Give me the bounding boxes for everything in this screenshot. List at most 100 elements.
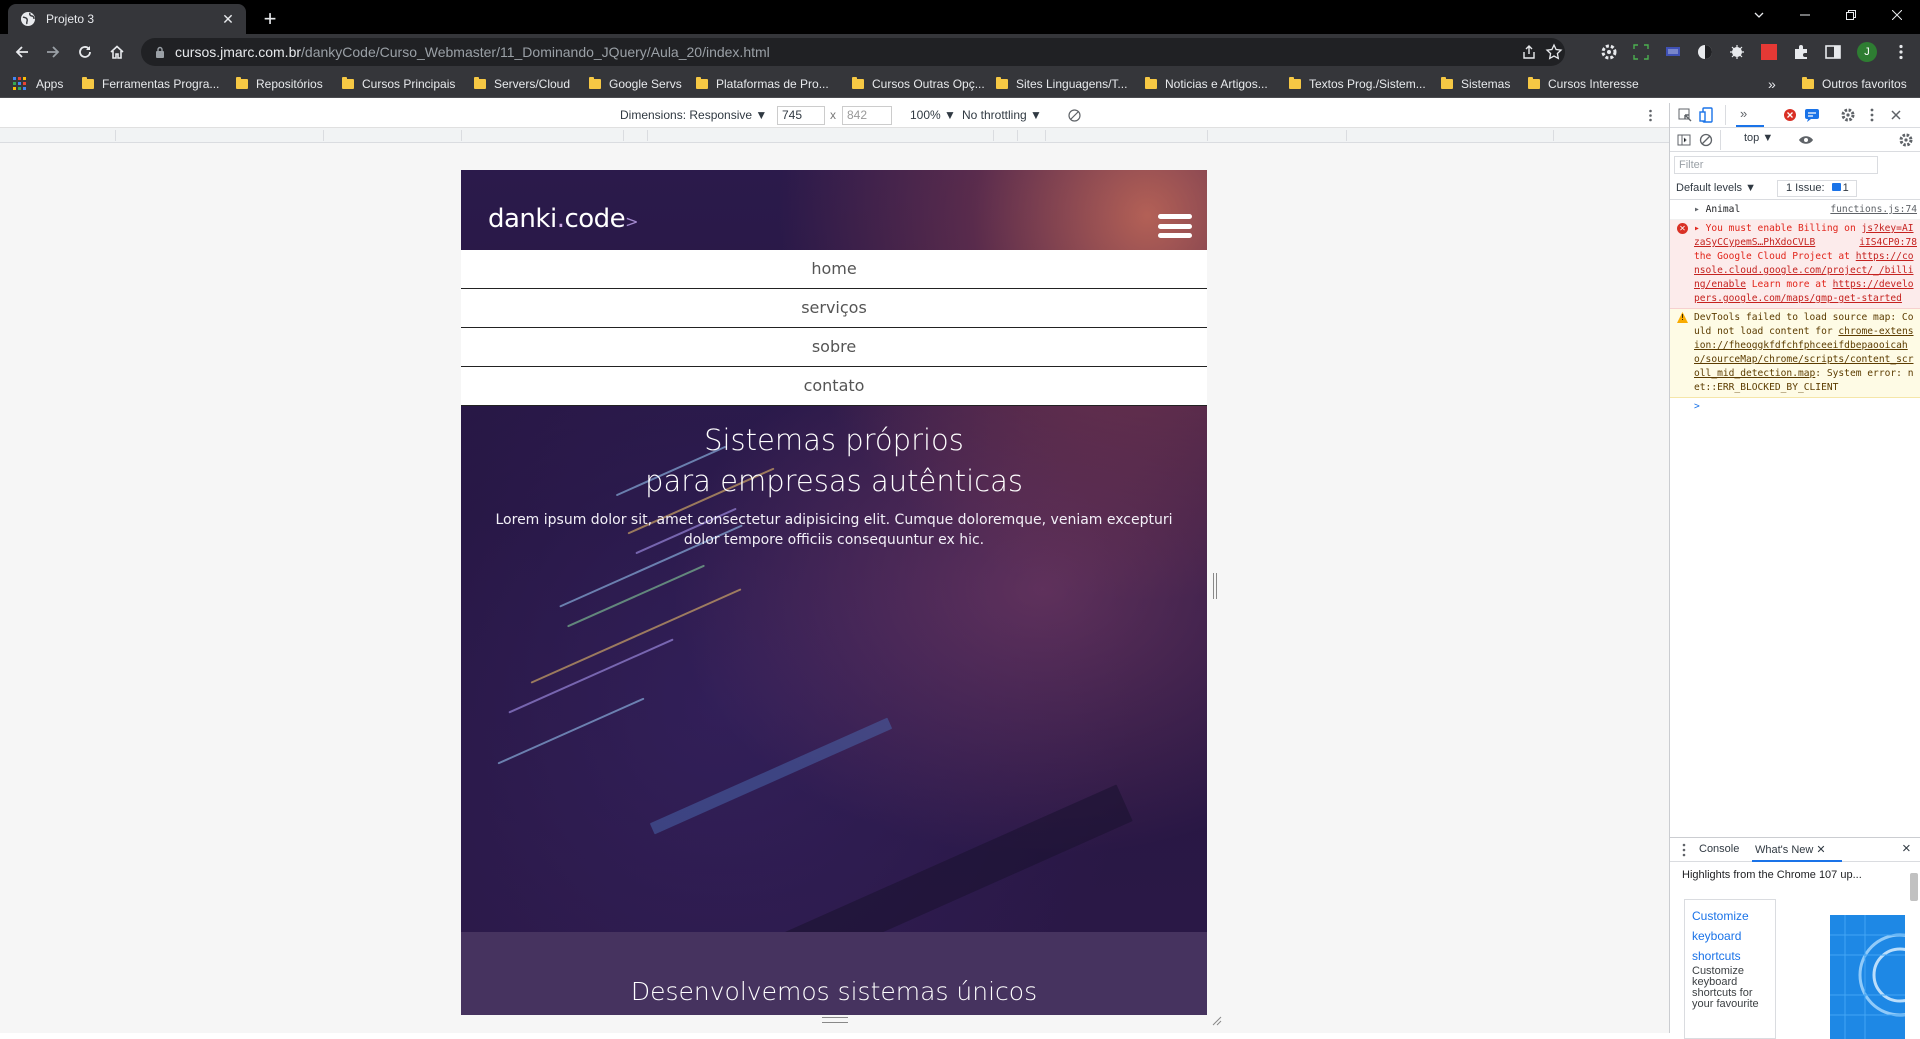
extension-dark-mode-icon[interactable] <box>1696 43 1714 61</box>
bookmark-folder[interactable]: Cursos Interesse <box>1528 76 1639 92</box>
console-filter-input[interactable]: Filter <box>1674 156 1878 174</box>
console-toolbar: top ▼ <box>1670 128 1920 152</box>
devtools-drawer: Console What's New ✕ × Highlights from t… <box>1670 837 1920 1039</box>
extension-red-icon[interactable] <box>1760 43 1778 61</box>
zoom-dropdown[interactable]: 100% ▼ <box>910 108 956 122</box>
chrome-menu-icon[interactable] <box>1892 43 1910 61</box>
console-log-entry[interactable]: functions.js:74 ▸ Animal <box>1670 201 1920 220</box>
extension-screenshot-icon[interactable] <box>1632 43 1650 61</box>
width-input[interactable]: 745 <box>777 106 825 125</box>
bookmark-folder[interactable]: Plataformas de Pro... <box>696 76 829 92</box>
bookmark-folder[interactable]: Sites Linguagens/T... <box>996 76 1127 92</box>
extension-bug-icon[interactable] <box>1728 43 1746 61</box>
live-expression-eye-icon[interactable] <box>1798 132 1814 148</box>
console-error-entry[interactable]: ✕ ▸ You must enable Billing on js?key=AI… <box>1670 220 1920 309</box>
bookmark-folder[interactable]: Textos Prog./Sistem... <box>1289 76 1426 92</box>
resize-handle-right[interactable] <box>1213 573 1217 599</box>
side-panel-icon[interactable] <box>1824 43 1842 61</box>
log-levels-dropdown[interactable]: Default levels ▼ <box>1676 182 1756 194</box>
nav-item-contato[interactable]: contato <box>461 367 1207 406</box>
errors-count-icon[interactable] <box>1782 107 1798 123</box>
tab-search-icon[interactable] <box>1736 0 1782 30</box>
bookmark-apps[interactable]: Apps <box>13 76 63 92</box>
issues-count-icon[interactable] <box>1804 107 1820 123</box>
more-tabs-icon[interactable]: » <box>1740 106 1747 121</box>
log-message: Animal <box>1705 204 1741 215</box>
back-button[interactable] <box>9 39 35 65</box>
bookmarks-overflow-button[interactable]: » <box>1768 76 1776 92</box>
bookmark-folder[interactable]: Google Servs <box>589 76 682 92</box>
reload-button[interactable] <box>72 39 98 65</box>
bookmark-folder[interactable]: Repositórios <box>236 76 323 92</box>
resize-handle-bottom[interactable] <box>822 1017 848 1023</box>
error-icon: ✕ <box>1677 223 1688 234</box>
bookmark-folder[interactable]: Noticias e Artigos... <box>1145 76 1268 92</box>
nav-item-home[interactable]: home <box>461 250 1207 289</box>
extensions-puzzle-icon[interactable] <box>1792 43 1810 61</box>
browser-tab[interactable]: Projeto 3 ✕ <box>8 4 246 34</box>
card-body: Customize keyboard shortcuts for your fa… <box>1692 965 1759 1010</box>
extension-gear-icon[interactable] <box>1600 43 1618 61</box>
bookmark-folder[interactable]: Sistemas <box>1441 76 1510 92</box>
bookmark-other-favorites[interactable]: Outros favoritos <box>1802 76 1907 92</box>
dimensions-dropdown[interactable]: Dimensions: Responsive ▼ <box>620 108 767 122</box>
issues-button[interactable]: 1 Issue: 1 <box>1777 180 1857 197</box>
logo[interactable]: danki.code> <box>488 204 639 234</box>
whats-new-scrollbar[interactable] <box>1910 873 1918 901</box>
bookmark-folder[interactable]: Servers/Cloud <box>474 76 570 92</box>
rotate-disabled-icon[interactable] <box>1068 109 1081 122</box>
tab-close-icon[interactable]: ✕ <box>1816 844 1825 856</box>
home-button[interactable] <box>104 39 130 65</box>
devtools-close-icon[interactable] <box>1888 107 1904 123</box>
folder-icon <box>1528 77 1540 89</box>
restore-button[interactable] <box>1828 0 1874 30</box>
console-prompt[interactable]: > <box>1670 398 1920 416</box>
share-icon[interactable] <box>1520 43 1538 61</box>
device-toolbar-more-icon[interactable] <box>1644 109 1657 122</box>
url-text[interactable]: cursos.jmarc.com.br/dankyCode/Curso_Webm… <box>175 44 770 60</box>
bookmark-label: Ferramentas Progra... <box>102 77 220 91</box>
log-source-link[interactable]: functions.js:74 <box>1830 203 1917 217</box>
extension-screen-icon[interactable] <box>1664 43 1682 61</box>
drawer-tab-console[interactable]: Console <box>1699 843 1739 855</box>
drawer-close-icon[interactable]: × <box>1902 840 1911 857</box>
inspect-element-icon[interactable] <box>1677 107 1693 123</box>
minimize-button[interactable] <box>1782 0 1828 30</box>
new-tab-button[interactable]: + <box>256 6 284 34</box>
bookmark-label: Outros favoritos <box>1822 77 1907 91</box>
drawer-tab-whats-new[interactable]: What's New ✕ <box>1755 843 1826 856</box>
nav-item-sobre[interactable]: sobre <box>461 328 1207 367</box>
tab-close-icon[interactable]: ✕ <box>220 11 236 27</box>
device-toggle-icon[interactable] <box>1699 107 1715 123</box>
clear-console-icon[interactable] <box>1698 132 1714 148</box>
devtools-menu-icon[interactable] <box>1864 107 1880 123</box>
throttling-dropdown[interactable]: No throttling ▼ <box>962 108 1042 122</box>
bookmark-label: Servers/Cloud <box>494 77 571 91</box>
console-settings-icon[interactable] <box>1898 132 1914 148</box>
folder-icon <box>1289 77 1301 89</box>
nav-item-servicos[interactable]: serviços <box>461 289 1207 328</box>
lock-icon[interactable] <box>155 46 165 58</box>
resize-corner-icon[interactable] <box>1212 1016 1222 1026</box>
settings-gear-icon[interactable] <box>1840 107 1856 123</box>
address-bar[interactable]: cursos.jmarc.com.br/dankyCode/Curso_Webm… <box>141 38 1565 66</box>
bookmark-folder[interactable]: Ferramentas Progra... <box>82 76 219 92</box>
window-close-button[interactable] <box>1874 0 1920 30</box>
console-warning-entry[interactable]: ! DevTools failed to load source map: Co… <box>1670 309 1920 398</box>
drawer-menu-icon[interactable] <box>1678 843 1690 857</box>
whats-new-illustration <box>1830 915 1905 1039</box>
height-input[interactable]: 842 <box>842 106 892 125</box>
error-source-line[interactable]: iIS4CP0:78 <box>1859 236 1917 250</box>
hamburger-menu-icon[interactable] <box>1158 214 1192 238</box>
devtools-panel: » top ▼ Filter Default levels ▼ 1 Issue:… <box>1669 103 1920 1039</box>
bookmark-star-icon[interactable] <box>1545 43 1563 61</box>
context-selector[interactable]: top ▼ <box>1744 132 1773 144</box>
profile-avatar[interactable]: J <box>1857 42 1877 62</box>
sidebar-toggle-icon[interactable] <box>1676 132 1692 148</box>
card-title: keyboard <box>1692 929 1742 943</box>
bookmark-folder[interactable]: Cursos Outras Opç... <box>852 76 985 92</box>
forward-button[interactable] <box>40 39 66 65</box>
whats-new-card[interactable]: Customize keyboard shortcuts Customize k… <box>1684 899 1776 1039</box>
media-query-bar[interactable] <box>0 128 1669 143</box>
bookmark-folder[interactable]: Cursos Principais <box>342 76 455 92</box>
